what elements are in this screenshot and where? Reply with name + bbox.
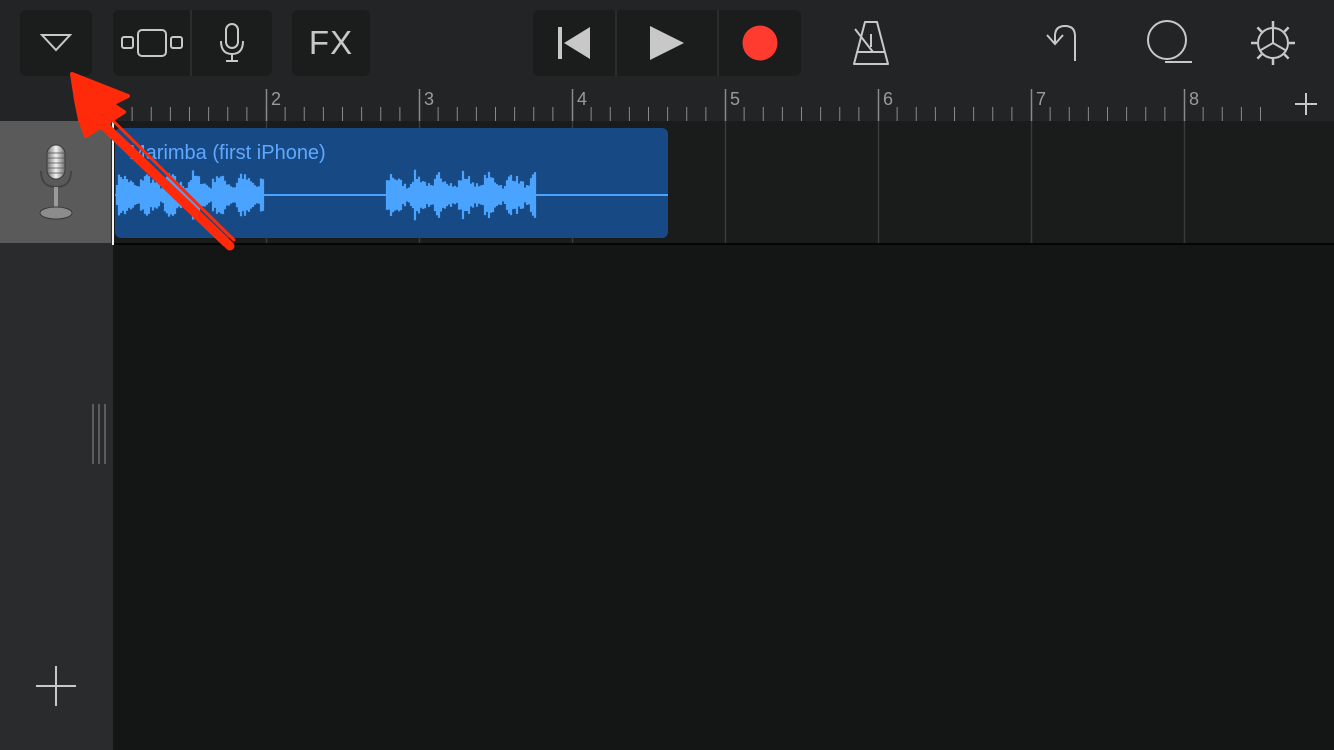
bar-number: 6 [883,89,893,109]
undo-button[interactable] [1040,20,1084,64]
browser-button[interactable] [20,10,92,76]
plus-icon [36,666,76,706]
add-track-button[interactable] [30,660,82,712]
bar-number: 2 [271,89,281,109]
waveform [115,169,668,221]
plus-icon [1295,93,1317,115]
metronome-icon [853,21,889,65]
go-to-start-icon [558,27,590,59]
track-divider [113,243,1334,245]
gear-icon [1251,21,1295,65]
fx-button[interactable]: FX [292,10,370,76]
ruler-ticks: 2 3 4 5 6 7 8 [113,89,1261,121]
settings-button[interactable] [1248,18,1298,68]
bar-number: 3 [424,89,434,109]
track-header-audio-recorder[interactable] [0,121,111,243]
record-button[interactable] [719,10,801,76]
go-to-start-button[interactable] [533,10,615,76]
tracks-view-button[interactable] [113,10,190,76]
bar-number: 4 [577,89,587,109]
record-icon [742,25,778,61]
play-icon [650,26,684,60]
bar-number: 8 [1189,89,1199,109]
undo-icon [1046,24,1076,61]
add-section-button[interactable] [1278,87,1334,121]
fx-label: FX [308,24,354,61]
microphone-icon [39,144,72,220]
bar-number: 7 [1036,89,1046,109]
playhead[interactable] [112,121,114,245]
waveform-burst [115,170,265,220]
audio-region[interactable]: Marimba (first iPhone) [115,128,668,238]
timeline-ruler[interactable]: 2 3 4 5 6 7 8 [113,87,1278,121]
loop-icon [1147,20,1192,63]
ruler-corner [0,87,113,121]
metronome-button[interactable] [848,18,894,68]
audio-input-button[interactable] [192,10,272,76]
loop-button[interactable] [1144,18,1194,66]
chevron-down-icon [40,34,72,52]
waveform-burst [385,169,537,221]
panel-resize-handle[interactable] [91,404,109,464]
microphone-icon [220,23,244,62]
tracks-view-icon [120,29,183,57]
bar-number: 5 [730,89,740,109]
play-button[interactable] [617,10,717,76]
region-name: Marimba (first iPhone) [129,142,326,164]
